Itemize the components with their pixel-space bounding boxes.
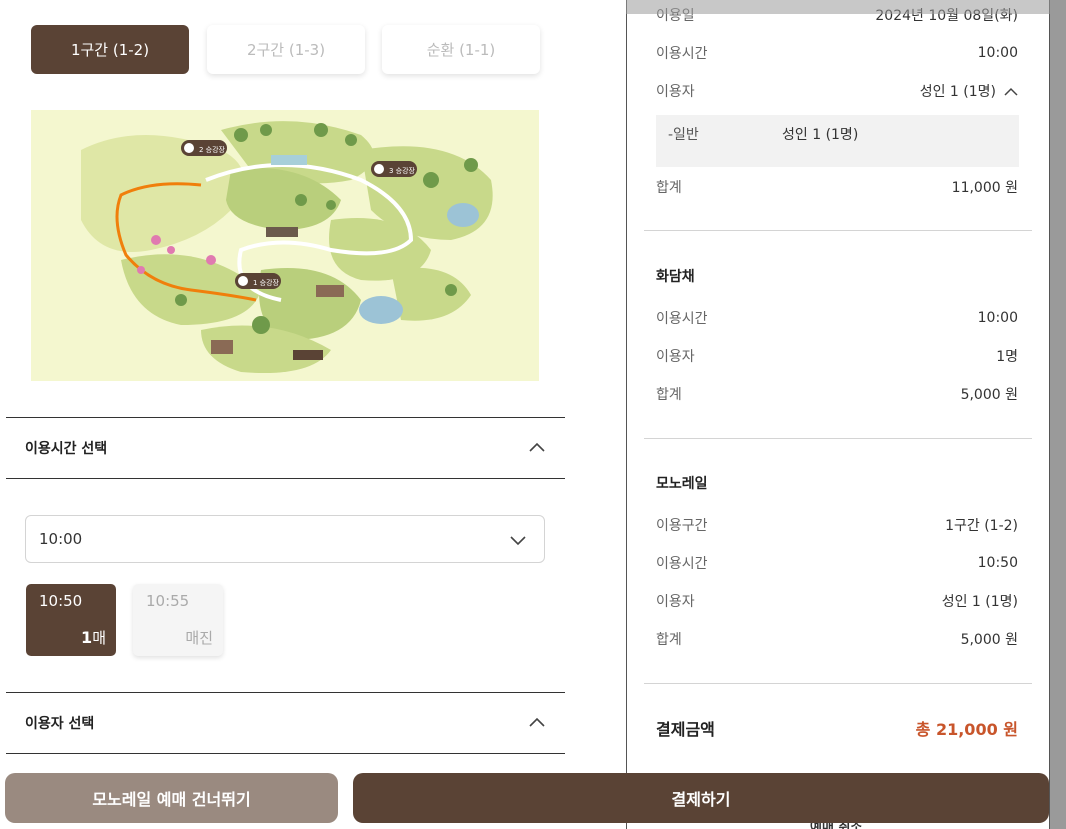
station-3-label: 3 승강장 [389, 166, 416, 175]
slot-count: 1매 [81, 627, 106, 648]
route-value: 1구간 (1-2) [945, 518, 1018, 534]
booking-summary-panel: 이용일 2024년 10월 08일(화) 이용시간 10:00 이용자 성인 1… [626, 0, 1050, 829]
time-section-title: 이용시간 선택 [25, 441, 108, 457]
sum-label: 합계 [656, 180, 682, 196]
user-detail-label: -일반 [668, 127, 699, 143]
user-detail-box: -일반 성인 1 (1명) [656, 115, 1019, 167]
time-value: 10:00 [977, 45, 1018, 61]
user-label: 이용자 [656, 349, 695, 365]
chevron-up-icon [1004, 87, 1018, 96]
user-value: 성인 1 (1명) [941, 594, 1018, 610]
time-slot-1055[interactable]: 10:55 매진 [133, 584, 223, 656]
divider [644, 683, 1032, 684]
monorail-time-row: 이용시간 10:50 [656, 552, 1018, 574]
slot-count-number: 1 [81, 628, 93, 647]
user-value-wrap: 성인 1 (1명) [920, 81, 1018, 101]
monorail-route-map: 2 승강장 3 승강장 1 승강장 [31, 110, 539, 381]
user-value: 성인 1 (1명) [919, 84, 996, 100]
time-label: 이용시간 [656, 556, 708, 572]
divider [644, 230, 1032, 231]
route-tab-1[interactable]: 1구간 (1-2) [31, 25, 189, 74]
station-2-label: 2 승강장 [199, 145, 226, 154]
station-2-marker: 2 승강장 [181, 140, 227, 156]
divider [644, 438, 1032, 439]
monorail-title: 모노레일 [656, 476, 708, 492]
time-slot-1050[interactable]: 10:50 1매 [26, 584, 116, 656]
summary-sum-row: 합계 11,000 원 [656, 176, 1018, 198]
skip-monorail-button[interactable]: 모노레일 예매 건너뛰기 [5, 773, 338, 823]
route-label: 이용구간 [656, 518, 708, 534]
monorail-user-row: 이용자 성인 1 (1명) [656, 590, 1018, 612]
route-tab-2[interactable]: 2구간 (1-3) [207, 25, 365, 74]
station-3-marker: 3 승강장 [371, 161, 417, 177]
hwadamchae-time-row: 이용시간 10:00 [656, 307, 1018, 329]
user-label: 이용자 [656, 594, 695, 610]
time-label: 이용시간 [656, 46, 708, 62]
hwadamchae-user-row: 이용자 1명 [656, 345, 1018, 367]
sum-label: 합계 [656, 632, 682, 648]
sum-value: 11,000 원 [951, 180, 1018, 196]
slot-soldout-badge: 매진 [185, 629, 213, 647]
chevron-up-icon[interactable] [529, 715, 545, 731]
route-tab-circular[interactable]: 순환 (1-1) [382, 25, 540, 74]
booking-left-panel: 1구간 (1-2) 2구간 (1-3) 순환 (1-1) 2 승강장 3 승강장… [0, 0, 626, 829]
summary-time-row: 이용시간 10:00 [656, 42, 1018, 64]
hwadamchae-sum-row: 합계 5,000 원 [656, 383, 1018, 405]
user-section-header[interactable]: 이용자 선택 [6, 692, 565, 754]
monorail-sum-row: 합계 5,000 원 [656, 628, 1018, 650]
sum-label: 합계 [656, 387, 682, 403]
chevron-down-icon [510, 532, 526, 550]
slot-count-unit: 매 [92, 629, 106, 647]
sum-value: 5,000 원 [960, 632, 1018, 648]
station-1-marker: 1 승강장 [235, 273, 281, 289]
map-illustration: 2 승강장 3 승강장 1 승강장 [81, 121, 493, 374]
sum-value: 5,000 원 [960, 387, 1018, 403]
user-value: 1명 [996, 349, 1018, 365]
time-value: 10:50 [977, 555, 1018, 571]
chevron-up-icon[interactable] [529, 440, 545, 456]
hwadamchae-title: 화담채 [656, 269, 695, 285]
time-label: 이용시간 [656, 311, 708, 327]
slot-time: 10:55 [146, 592, 190, 610]
user-label: 이용자 [656, 84, 695, 100]
payment-total-row: 결제금액 총 21,000 원 [656, 716, 1018, 740]
user-section-title: 이용자 선택 [25, 716, 95, 732]
time-select-value: 10:00 [39, 530, 83, 548]
monorail-route-row: 이용구간 1구간 (1-2) [656, 514, 1018, 536]
pay-button[interactable]: 결제하기 [353, 773, 1049, 823]
payment-total-label: 결제금액 [656, 720, 715, 739]
slot-time: 10:50 [39, 592, 83, 610]
user-detail-value: 성인 1 (1명) [782, 127, 859, 143]
summary-user-row[interactable]: 이용자 성인 1 (1명) [656, 80, 1018, 102]
payment-total-value: 총 21,000 원 [915, 720, 1018, 739]
time-section-header[interactable]: 이용시간 선택 [6, 417, 565, 479]
time-value: 10:00 [977, 310, 1018, 326]
time-select[interactable]: 10:00 [25, 515, 545, 563]
station-1-label: 1 승강장 [253, 278, 280, 287]
modal-backdrop-edge [626, 0, 1050, 14]
